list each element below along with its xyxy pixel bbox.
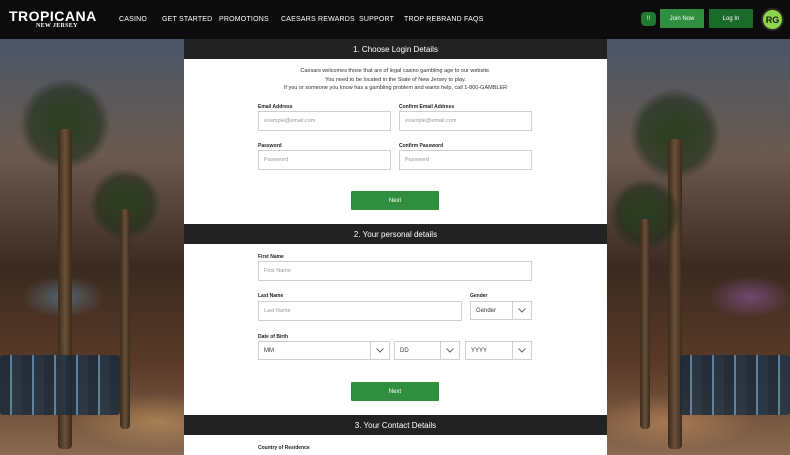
password-label: Password xyxy=(258,143,282,149)
intro-line: You need to be located in the State of N… xyxy=(325,76,466,83)
confirm-email-field[interactable]: example@email.com xyxy=(399,111,532,131)
nav-support[interactable]: SUPPORT xyxy=(359,16,394,23)
chevron-down-icon xyxy=(370,342,389,359)
chevron-down-icon xyxy=(440,342,459,359)
dob-month-select[interactable]: MM xyxy=(258,341,390,360)
confirm-password-label: Confirm Password xyxy=(399,143,444,149)
gender-value: Gender xyxy=(476,307,497,314)
last-name-label: Last Name xyxy=(258,293,284,299)
registration-form: 1. Choose Login Details Caesars welcomes… xyxy=(184,39,607,455)
dob-label: Date of Birth xyxy=(258,334,288,340)
email-field[interactable]: example@email.com xyxy=(258,111,391,131)
logo-subtext: NEW JERSEY xyxy=(36,23,78,29)
next-button-login[interactable]: Next xyxy=(351,191,439,210)
dob-year-select[interactable]: YYYY xyxy=(465,341,532,360)
log-in-button[interactable]: Log In xyxy=(709,9,753,28)
palm-trunk-left-2 xyxy=(120,209,130,429)
palm-trunk-right-2 xyxy=(640,219,650,429)
alert-icon[interactable]: !! xyxy=(641,12,656,26)
dob-day-value: DD xyxy=(400,347,409,354)
intro-line: Caesars welcomes those that are of legal… xyxy=(300,68,491,74)
dob-day-select[interactable]: DD xyxy=(394,341,460,360)
confirm-email-label: Confirm Email Address xyxy=(399,104,455,110)
gender-select[interactable]: Gender xyxy=(470,301,532,320)
intro-text: Caesars welcomes those that are of legal… xyxy=(184,67,607,93)
last-name-field[interactable]: Last Name xyxy=(258,301,462,321)
top-header: TROPICANA NEW JERSEY CASINO GET STARTED … xyxy=(0,0,790,39)
dob-year-value: YYYY xyxy=(471,347,488,354)
slot-machines-right xyxy=(680,355,790,415)
join-now-button[interactable]: Join Now xyxy=(660,9,704,28)
chevron-down-icon xyxy=(512,302,531,319)
nav-casino[interactable]: CASINO xyxy=(119,16,147,23)
section-contact-details-header[interactable]: 3. Your Contact Details xyxy=(184,415,607,435)
slot-machines-left xyxy=(0,355,120,415)
nav-get-started[interactable]: GET STARTED xyxy=(162,16,212,23)
email-label: Email Address xyxy=(258,104,293,110)
first-name-field[interactable]: First Name xyxy=(258,261,532,281)
gender-label: Gender xyxy=(470,293,488,299)
intro-line: If you or someone you know has a gamblin… xyxy=(283,85,508,91)
tropicana-logo[interactable]: TROPICANA NEW JERSEY xyxy=(9,8,97,29)
nav-promotions[interactable]: PROMOTIONS xyxy=(219,16,269,23)
password-field[interactable]: Password xyxy=(258,150,391,170)
chevron-down-icon xyxy=(512,342,531,359)
responsible-gaming-icon[interactable]: RG xyxy=(761,8,784,31)
section-login-details-header[interactable]: 1. Choose Login Details xyxy=(184,39,607,59)
country-label: Country of Residence xyxy=(258,445,310,451)
next-button-personal[interactable]: Next xyxy=(351,382,439,401)
nav-caesars-rewards[interactable]: CAESARS REWARDS xyxy=(281,16,355,23)
confirm-password-field[interactable]: Password xyxy=(399,150,532,170)
nav-trop-rebrand-faqs[interactable]: TROP REBRAND FAQS xyxy=(404,16,484,23)
dob-month-value: MM xyxy=(264,347,274,354)
section-personal-details-header[interactable]: 2. Your personal details xyxy=(184,224,607,244)
first-name-label: First Name xyxy=(258,254,284,260)
logo-text: TROPICANA xyxy=(9,8,97,24)
